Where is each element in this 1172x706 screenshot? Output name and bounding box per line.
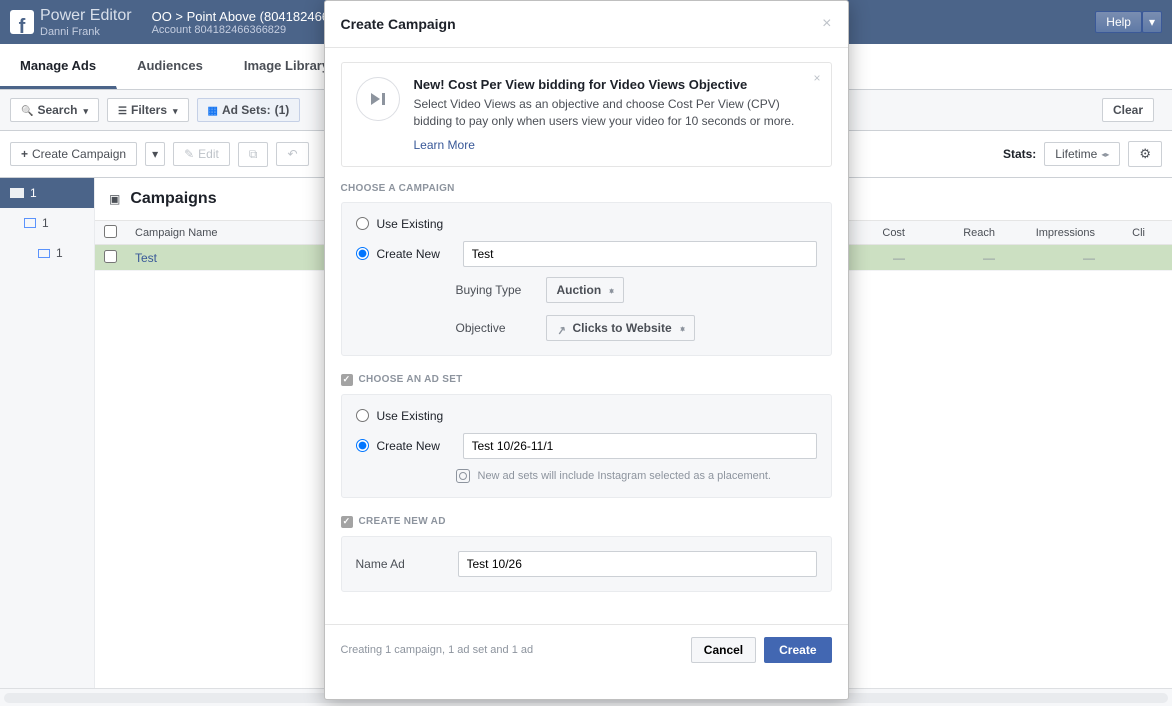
- section-choose-adset: ✓ CHOOSE AN AD SET: [341, 374, 832, 386]
- adset-create-new-label: Create New: [377, 439, 455, 453]
- objective-dropdown[interactable]: Clicks to Website: [546, 315, 695, 341]
- info-panel: × New! Cost Per View bidding for Video V…: [341, 62, 832, 167]
- create-new-label: Create New: [377, 247, 455, 261]
- objective-label: Objective: [456, 321, 536, 335]
- adset-name-input[interactable]: [463, 433, 817, 459]
- instagram-note-text: New ad sets will include Instagram selec…: [478, 470, 771, 482]
- objective-value: Clicks to Website: [573, 321, 672, 335]
- campaign-form-block: Use Existing Create New Buying Type Auct…: [341, 202, 832, 356]
- modal-title: Create Campaign: [341, 16, 456, 32]
- footer-status: Creating 1 campaign, 1 ad set and 1 ad: [341, 644, 534, 656]
- campaign-name-input[interactable]: [463, 241, 817, 267]
- adset-form-block: Use Existing Create New New ad sets will…: [341, 394, 832, 498]
- close-icon[interactable]: ×: [822, 15, 831, 33]
- check-icon: ✓: [341, 516, 353, 528]
- use-existing-radio[interactable]: [356, 217, 369, 230]
- create-button[interactable]: Create: [764, 637, 831, 663]
- video-icon: [356, 77, 400, 121]
- modal-backdrop: Create Campaign × × New! Cost Per View b…: [0, 0, 1172, 702]
- section3-text: CREATE NEW AD: [359, 516, 446, 527]
- ad-form-block: Name Ad: [341, 536, 832, 592]
- close-tip-icon[interactable]: ×: [813, 71, 820, 85]
- buying-type-value: Auction: [557, 283, 602, 297]
- cursor-icon: [557, 323, 567, 333]
- instagram-note: New ad sets will include Instagram selec…: [456, 469, 817, 483]
- check-icon: ✓: [341, 374, 353, 386]
- adset-use-existing-label: Use Existing: [377, 409, 444, 423]
- ad-name-input[interactable]: [458, 551, 817, 577]
- buying-type-label: Buying Type: [456, 283, 536, 297]
- buying-type-dropdown[interactable]: Auction: [546, 277, 625, 303]
- learn-more-link[interactable]: Learn More: [414, 138, 475, 152]
- modal-body: × New! Cost Per View bidding for Video V…: [325, 48, 848, 624]
- section2-text: CHOOSE AN AD SET: [359, 374, 463, 385]
- name-ad-label: Name Ad: [356, 557, 448, 571]
- adset-create-new-radio[interactable]: [356, 439, 369, 452]
- create-new-radio[interactable]: [356, 247, 369, 260]
- tip-body: Select Video Views as an objective and c…: [414, 96, 817, 130]
- use-existing-label: Use Existing: [377, 217, 444, 231]
- create-campaign-modal: Create Campaign × × New! Cost Per View b…: [324, 0, 849, 700]
- cancel-button[interactable]: Cancel: [691, 637, 756, 663]
- tip-heading: New! Cost Per View bidding for Video Vie…: [414, 77, 748, 92]
- section-choose-campaign: CHOOSE A CAMPAIGN: [341, 183, 832, 194]
- adset-use-existing-radio[interactable]: [356, 409, 369, 422]
- section-create-ad: ✓ CREATE NEW AD: [341, 516, 832, 528]
- modal-header: Create Campaign ×: [325, 1, 848, 48]
- modal-footer: Creating 1 campaign, 1 ad set and 1 ad C…: [325, 624, 848, 675]
- instagram-icon: [456, 469, 470, 483]
